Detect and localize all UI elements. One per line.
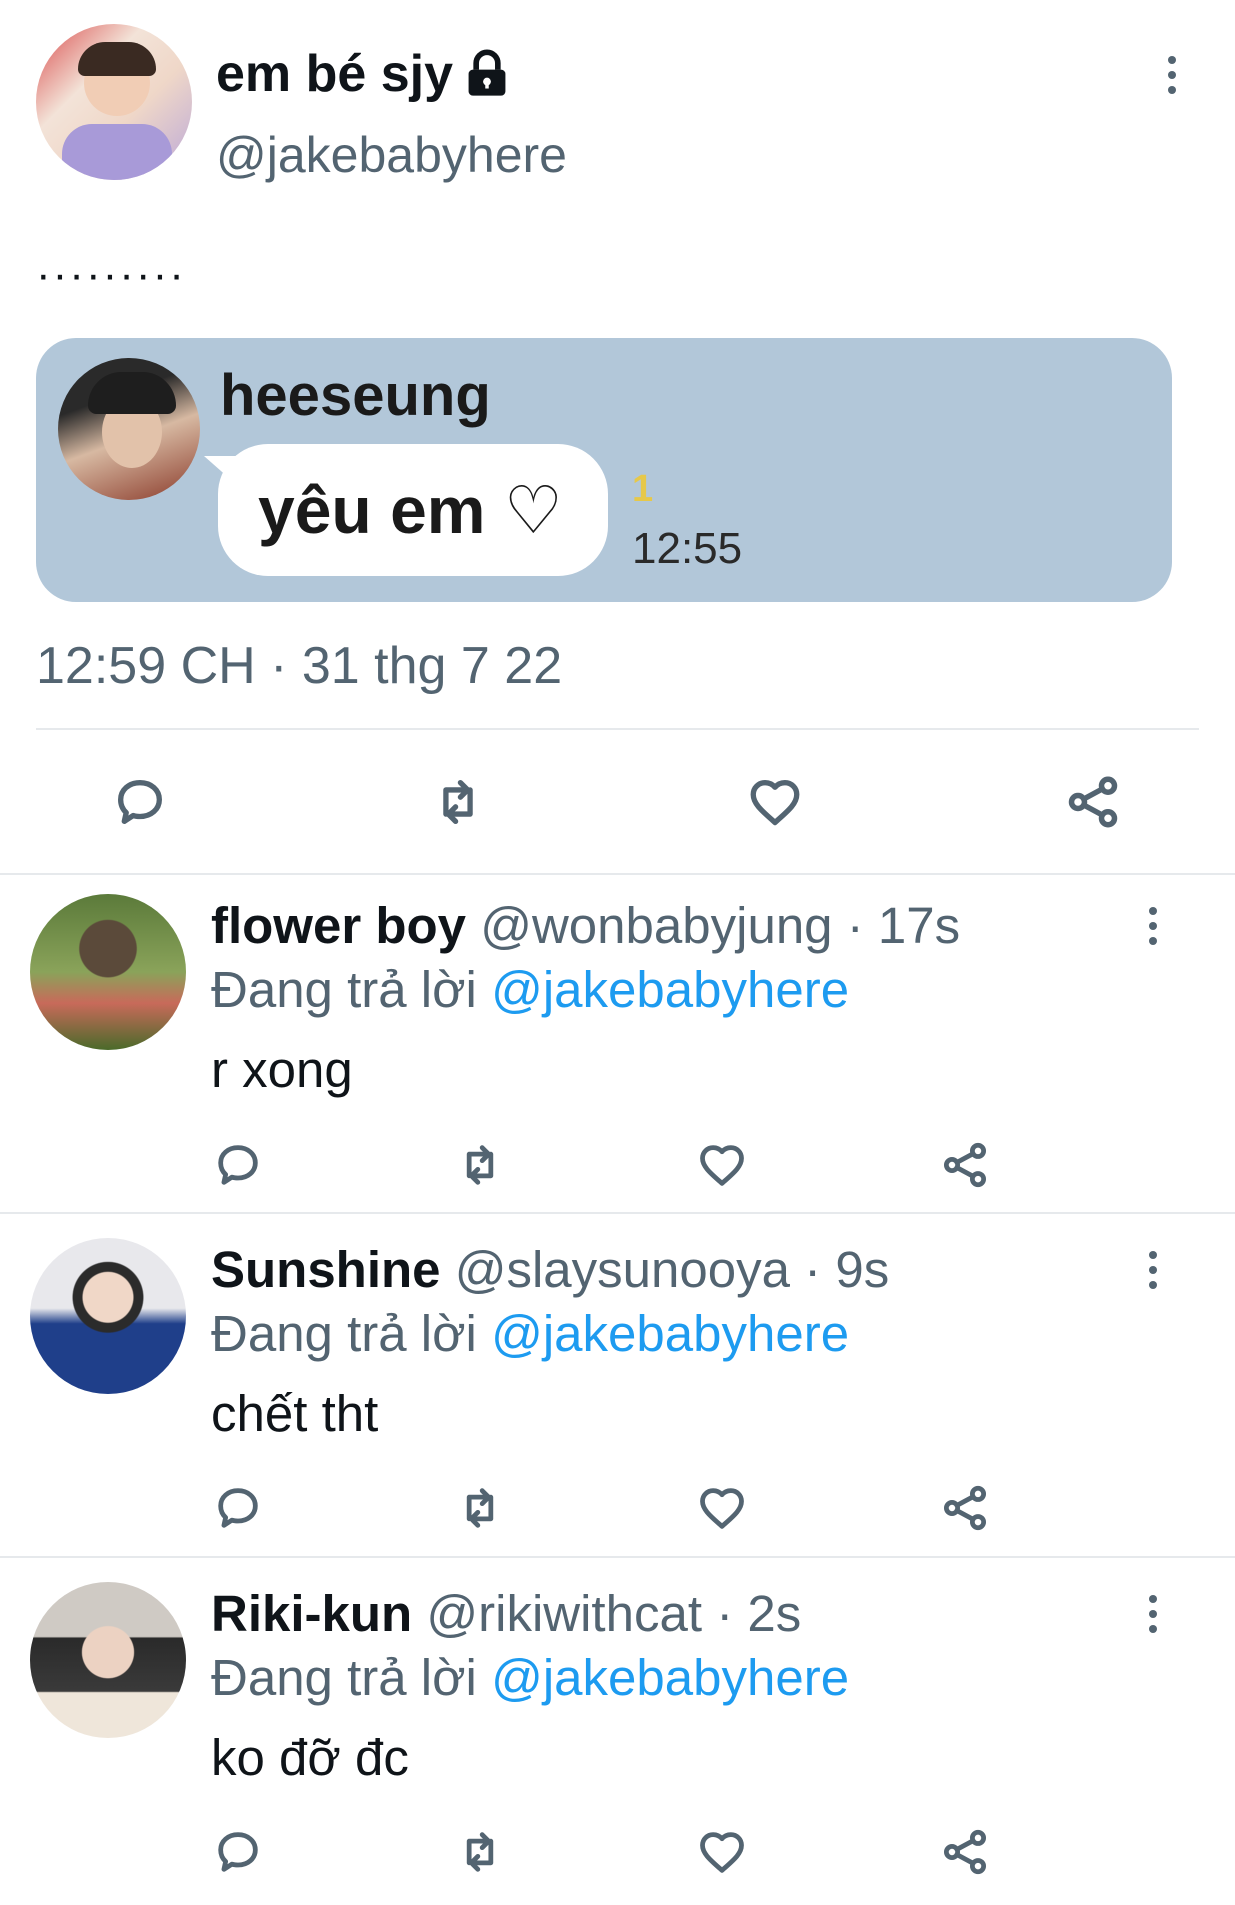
- share-icon: [1068, 776, 1118, 828]
- reply-divider: [0, 1212, 1235, 1214]
- retweet-icon: [466, 1488, 494, 1528]
- replying-to-handle[interactable]: @jakebabyhere: [491, 1649, 849, 1706]
- reply-header: Sunshine @slaysunooya · 9s: [211, 1240, 889, 1299]
- like-button[interactable]: [692, 1135, 752, 1195]
- reply-header: flower boy @wonbabyjung · 17s: [211, 896, 960, 955]
- lock-icon: [468, 49, 506, 96]
- replying-label: Đang trả lời: [211, 961, 477, 1018]
- sender-name: heeseung: [220, 363, 491, 428]
- reply-handle[interactable]: @rikiwithcat: [426, 1585, 702, 1642]
- reply-text: chết tht: [211, 1385, 379, 1442]
- reply-text: r xong: [211, 1041, 353, 1098]
- reply-display-name[interactable]: Riki-kun: [211, 1585, 412, 1642]
- sender-avatar: [58, 358, 200, 500]
- author-handle[interactable]: @jakebabyhere: [216, 126, 567, 184]
- replying-to-handle[interactable]: @jakebabyhere: [491, 1305, 849, 1362]
- more-icon[interactable]: [1133, 1240, 1173, 1300]
- message-time: 12:55: [632, 524, 743, 573]
- author-avatar[interactable]: [36, 24, 192, 180]
- reply-avatar[interactable]: [30, 1238, 186, 1394]
- like-icon: [700, 1488, 744, 1529]
- reply-handle[interactable]: @wonbabyjung: [480, 897, 832, 954]
- retweet-icon: [466, 1832, 494, 1872]
- reply-button[interactable]: [208, 1478, 268, 1538]
- replying-to: Đang trả lời @jakebabyhere: [211, 960, 849, 1019]
- reply-display-name[interactable]: Sunshine: [211, 1241, 441, 1298]
- retweet-button[interactable]: [448, 1822, 512, 1882]
- reply-avatar[interactable]: [30, 894, 186, 1050]
- like-button[interactable]: [692, 1478, 752, 1538]
- more-icon[interactable]: [1152, 45, 1192, 105]
- retweet-button[interactable]: [448, 1478, 512, 1538]
- reply-button[interactable]: [105, 770, 175, 834]
- like-button[interactable]: [740, 770, 810, 834]
- tweet-timestamp[interactable]: 12:59 CH · 31 thg 7 22: [36, 636, 562, 696]
- replying-to: Đang trả lời @jakebabyhere: [211, 1304, 849, 1363]
- reply-header: Riki-kun @rikiwithcat · 2s: [211, 1584, 801, 1643]
- share-icon: [943, 1142, 987, 1188]
- like-icon: [700, 1832, 744, 1873]
- unread-count: 1: [632, 468, 654, 510]
- reply-icon: [218, 1145, 258, 1185]
- reply-display-name[interactable]: flower boy: [211, 897, 466, 954]
- like-icon: [700, 1145, 744, 1186]
- reply-avatar[interactable]: [30, 1582, 186, 1738]
- share-icon: [943, 1829, 987, 1875]
- author-display-name[interactable]: em bé sjy: [216, 44, 513, 104]
- replying-label: Đang trả lời: [211, 1305, 477, 1362]
- reply-divider: [0, 1556, 1235, 1558]
- retweet-button[interactable]: [420, 770, 496, 834]
- replying-to-handle[interactable]: @jakebabyhere: [491, 961, 849, 1018]
- reply-text: ko đỡ đc: [211, 1729, 409, 1786]
- reply-time: · 9s: [804, 1241, 890, 1298]
- retweet-icon: [466, 1145, 494, 1185]
- reply-time: · 17s: [846, 897, 961, 954]
- timestamp-divider: [36, 728, 1199, 730]
- tweet-text: ·········: [36, 250, 186, 299]
- share-button[interactable]: [935, 1478, 995, 1538]
- share-button[interactable]: [935, 1135, 995, 1195]
- share-button[interactable]: [1058, 770, 1128, 834]
- share-icon: [943, 1485, 987, 1531]
- like-button[interactable]: [692, 1822, 752, 1882]
- reply-icon: [218, 1832, 258, 1872]
- reply-icon: [218, 1488, 258, 1528]
- display-name-text: em bé sjy: [216, 45, 454, 103]
- tweet-media[interactable]: heeseung yêu em ♡ 1 12:55: [36, 338, 1172, 602]
- message-text: yêu em ♡: [258, 472, 563, 547]
- retweet-button[interactable]: [448, 1135, 512, 1195]
- reply-handle[interactable]: @slaysunooya: [455, 1241, 790, 1298]
- more-icon[interactable]: [1133, 1584, 1173, 1644]
- reply-button[interactable]: [208, 1822, 268, 1882]
- tweet-divider: [0, 873, 1235, 875]
- replying-to: Đang trả lời @jakebabyhere: [211, 1648, 849, 1707]
- message-bubble: yêu em ♡: [204, 444, 608, 576]
- retweet-icon: [443, 780, 473, 824]
- reply-button[interactable]: [208, 1135, 268, 1195]
- like-icon: [750, 780, 800, 826]
- reply-time: · 2s: [716, 1585, 802, 1642]
- share-button[interactable]: [935, 1822, 995, 1882]
- replying-label: Đang trả lời: [211, 1649, 477, 1706]
- more-icon[interactable]: [1133, 896, 1173, 956]
- reply-icon: [118, 780, 162, 824]
